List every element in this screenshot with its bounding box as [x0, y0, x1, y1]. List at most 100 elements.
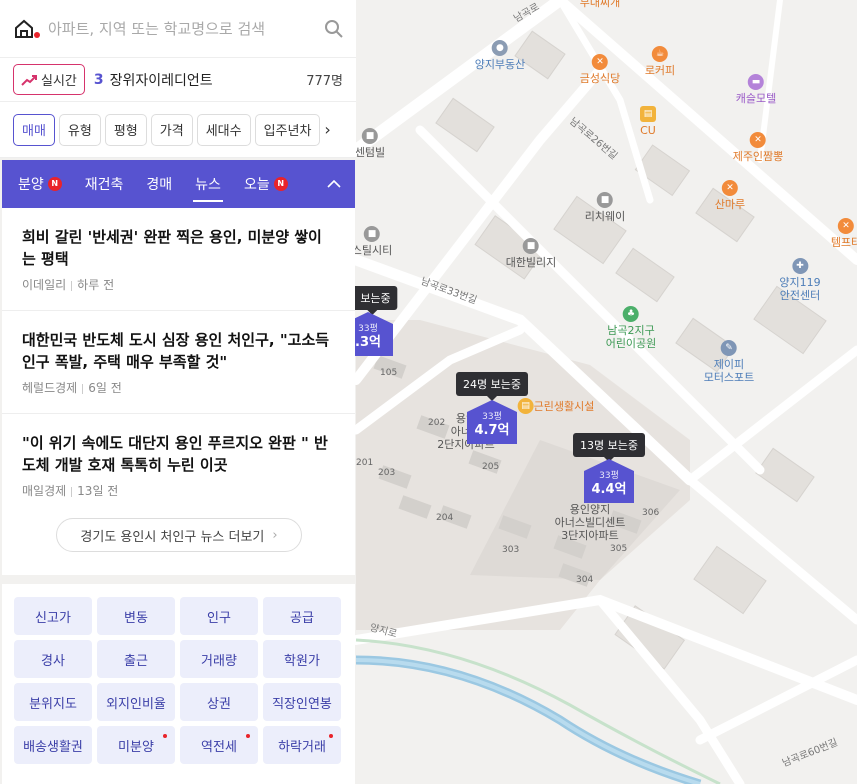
poi-cafe[interactable]: ☕ 로커피 [645, 46, 675, 77]
poi-building[interactable]: ■ 센텀빌 [355, 128, 385, 159]
poi-building[interactable]: ■ 스틸시티 [352, 226, 392, 257]
layer-button[interactable]: 인구 [180, 597, 258, 635]
poi-motel[interactable]: ▬ 캐슬모텔 [736, 74, 776, 105]
new-dot [163, 734, 167, 738]
building-number: 105 [380, 368, 398, 378]
viewing-count-tag[interactable]: 13명 보는중 [573, 433, 645, 462]
cafe-icon: ☕ [652, 46, 668, 62]
layer-button[interactable]: 하락거래 [263, 726, 341, 764]
building-number: 201 [356, 458, 374, 468]
filter-households[interactable]: 세대수 [196, 113, 251, 146]
news-item[interactable]: "이 위기 속에도 대단지 용인 푸르지오 완판 " 반도체 개발 호재 톡톡히… [2, 414, 355, 517]
news-list: 희비 갈린 '반세권' 완판 찍은 용인, 미분양 쌓이는 평택 이데일리 하루 … [2, 208, 355, 575]
search-input[interactable] [48, 19, 312, 38]
filter-move-in-year[interactable]: 입주년차 [254, 113, 321, 146]
building-number: 203 [378, 468, 396, 478]
poi-park[interactable]: ♣ 남곡2지구 어린이공원 [606, 306, 656, 350]
map-layer-grid: 신고가 변동 인구 공급 경사 출근 거래량 학원가 분위지도 외지인비율 상권… [2, 584, 355, 784]
poi-restaurant[interactable]: ✕ 템프터 [831, 218, 857, 249]
poi-apartment[interactable]: 용인양지 아너스빌디센트 3단지아파트 [555, 503, 626, 542]
news-time: 하루 전 [77, 278, 115, 292]
fork-knife-icon: ✕ [591, 54, 608, 70]
tab-news[interactable]: 뉴스 [193, 160, 231, 208]
building-icon: ■ [362, 128, 378, 144]
filter-price[interactable]: 가격 [150, 113, 193, 146]
news-source: 이데일리 [22, 278, 67, 292]
home-logo-icon[interactable] [0, 18, 48, 40]
poi-restaurant[interactable]: ✕ 금성식당 [580, 54, 620, 85]
layer-button[interactable]: 직장인연봉 [263, 683, 341, 721]
poi-convenience[interactable]: ▤ CU [640, 106, 656, 137]
building-icon: ■ [363, 226, 380, 242]
tab-auction[interactable]: 경매 [146, 160, 182, 208]
tab-reconstruction[interactable]: 재건축 [85, 160, 134, 208]
rank-viewer-count: 777명 [306, 74, 343, 89]
layer-button[interactable]: 역전세 [180, 726, 258, 764]
new-badge: N [273, 177, 288, 191]
price-marker[interactable]: 33평 4.7억 [467, 400, 517, 444]
building-number: 304 [576, 575, 594, 585]
layer-button[interactable]: 상권 [180, 683, 258, 721]
filter-bar: 매매 유형 평형 가격 세대수 입주년차 › [0, 102, 356, 158]
poi-car-service[interactable]: ✎ 제이피 모터스포트 [704, 340, 754, 384]
layer-button[interactable]: 경사 [14, 640, 92, 678]
layer-button[interactable]: 미분양 [97, 726, 175, 764]
poi-real-estate[interactable]: ● 양지부동산 [475, 40, 525, 71]
fork-knife-icon: ✕ [749, 132, 766, 148]
poi-restaurant[interactable]: 부대찌개 [580, 0, 620, 9]
rank-apartment-name: 장위자이레디언트 [109, 72, 213, 89]
poi-restaurant[interactable]: ✕ 제주인짬뽕 [733, 132, 783, 163]
poi-restaurant[interactable]: ✕ 산마루 [715, 180, 745, 211]
filter-type[interactable]: 유형 [58, 113, 101, 146]
layer-button[interactable]: 학원가 [263, 640, 341, 678]
filter-size[interactable]: 평형 [104, 113, 147, 146]
poi-fire-station[interactable]: ✚ 양지119 안전센터 [779, 258, 821, 302]
tab-today[interactable]: 오늘 N [244, 160, 298, 208]
wrench-icon: ✎ [720, 340, 737, 356]
store-icon: ▤ [640, 106, 656, 122]
news-title: 대한민국 반도체 도시 심장 용인 처인구, "고소득 인구 폭발, 주택 매우… [22, 331, 330, 371]
building-number: 305 [610, 544, 628, 554]
new-dot [246, 734, 250, 738]
layer-button[interactable]: 공급 [263, 597, 341, 635]
poi-commercial[interactable]: ▤ 근린생활시설 [517, 398, 594, 416]
layer-button[interactable]: 거래량 [180, 640, 258, 678]
news-title: "이 위기 속에도 대단지 용인 푸르지오 완판 " 반도체 개발 호재 톡톡히… [22, 434, 328, 474]
poi-building[interactable]: ■ 대한빌리지 [506, 238, 556, 269]
layer-button[interactable]: 신고가 [14, 597, 92, 635]
realtime-rank-bar[interactable]: 실시간 3 장위자이레디언트 777명 [0, 58, 356, 102]
building-number: 204 [436, 513, 454, 523]
layer-button[interactable]: 외지인비율 [97, 683, 175, 721]
left-panel: 실시간 3 장위자이레디언트 777명 매매 유형 평형 가격 세대수 입주년차… [0, 0, 356, 784]
building-number: 306 [642, 508, 660, 518]
viewing-count-tag[interactable]: 24명 보는중 [456, 372, 528, 401]
filter-trade-type[interactable]: 매매 [13, 113, 55, 146]
building-number: 205 [482, 462, 500, 472]
building-icon: ■ [596, 192, 613, 208]
search-icon[interactable] [312, 19, 356, 39]
chevron-right-icon[interactable]: › [324, 120, 340, 139]
more-news-button[interactable]: 경기도 용인시 처인구 뉴스 더보기 › [56, 518, 302, 552]
tab-presale[interactable]: 분양 N [18, 160, 72, 208]
news-time: 6일 전 [88, 381, 122, 395]
layer-button[interactable]: 분위지도 [14, 683, 92, 721]
rank-number: 3 [93, 71, 104, 88]
realtime-button[interactable]: 실시간 [13, 64, 85, 95]
news-item[interactable]: 희비 갈린 '반세권' 완판 찍은 용인, 미분양 쌓이는 평택 이데일리 하루 … [2, 208, 355, 311]
price-marker[interactable]: 33평 4.4억 [584, 459, 634, 503]
layer-button[interactable]: 출근 [97, 640, 175, 678]
building-icon: ● [491, 40, 508, 56]
new-badge: N [47, 177, 62, 191]
news-time: 13일 전 [77, 484, 119, 498]
news-item[interactable]: 대한민국 반도체 도시 심장 용인 처인구, "고소득 인구 폭발, 주택 매우… [2, 311, 355, 414]
poi-building[interactable]: ■ 리치웨이 [585, 192, 625, 223]
news-tab-bar: 분양 N 재건축 경매 뉴스 오늘 N [2, 160, 355, 208]
layer-button[interactable]: 변동 [97, 597, 175, 635]
fire-station-icon: ✚ [792, 258, 808, 274]
layer-button[interactable]: 배송생활권 [14, 726, 92, 764]
building-number: 303 [502, 545, 520, 555]
trending-up-icon [21, 74, 37, 86]
chevron-up-icon[interactable] [327, 180, 341, 188]
fork-knife-icon: ✕ [838, 218, 854, 234]
building-icon: ■ [522, 238, 539, 254]
